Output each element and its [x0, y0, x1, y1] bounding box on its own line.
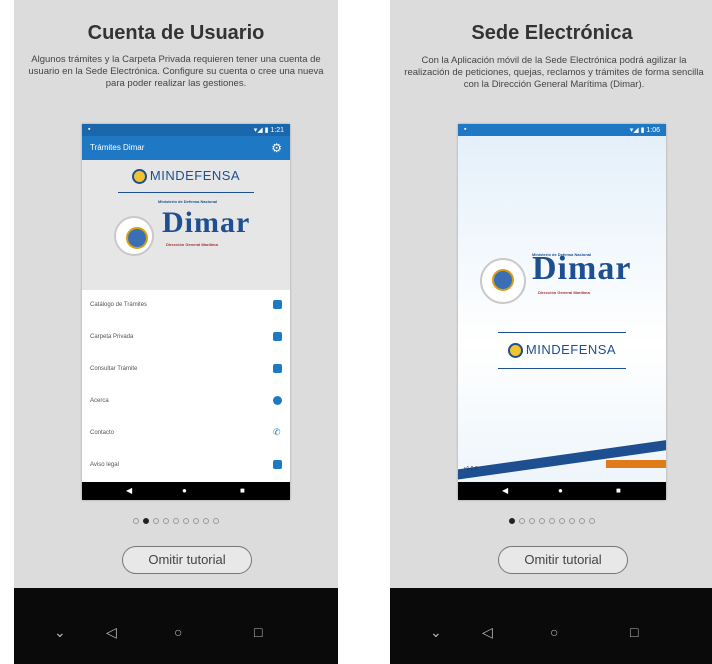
- dimar-subtitle: Dirección General Marítima: [166, 242, 218, 247]
- page-dot: [549, 518, 555, 524]
- menu-item-label: Consultar Trámite: [90, 366, 138, 372]
- phone-nav-bar: ◀ ● ■: [82, 482, 290, 500]
- page-dot-active: [143, 518, 149, 524]
- decorative-band: [606, 460, 666, 468]
- home-icon[interactable]: ○: [174, 624, 182, 640]
- menu-item-label: Catálogo de Trámites: [90, 302, 148, 308]
- divider: [498, 332, 626, 333]
- menu-item-acerca[interactable]: Acerca: [82, 386, 290, 418]
- menu-item-carpeta[interactable]: Carpeta Privada: [82, 322, 290, 354]
- dimar-emblem: [480, 258, 526, 304]
- page-dot: [589, 518, 595, 524]
- menu-item-contacto[interactable]: Contacto ✆: [82, 418, 290, 450]
- decorative-band: [458, 437, 666, 481]
- splash-screen: Ministerio de Defensa Nacional Dimar Dir…: [458, 136, 666, 482]
- signal-icon: ▾◢ ▮ 1:06: [629, 127, 660, 134]
- menu-item-label: Aviso legal: [90, 462, 119, 468]
- phone-nav-bar: ◀ ● ■: [458, 482, 666, 500]
- back-icon[interactable]: ◀: [126, 486, 132, 495]
- recents-icon[interactable]: □: [630, 624, 638, 640]
- skip-tutorial-button[interactable]: Omitir tutorial: [498, 546, 628, 574]
- page-dot: [183, 518, 189, 524]
- notification-icon: ▪: [464, 126, 467, 133]
- lock-icon: [273, 460, 282, 469]
- home-icon[interactable]: ○: [550, 624, 558, 640]
- logo-area: MINDEFENSA Ministerio de Defensa Naciona…: [82, 160, 290, 290]
- menu-item-label: Acerca: [90, 398, 109, 404]
- page-indicator: [390, 518, 712, 524]
- tutorial-panel-sede: Sede Electrónica Con la Aplicación móvil…: [390, 0, 712, 664]
- info-icon: [273, 396, 282, 405]
- menu-item-consultar[interactable]: Consultar Trámite: [82, 354, 290, 386]
- panel-title: Cuenta de Usuario: [87, 22, 265, 44]
- page-dot: [519, 518, 525, 524]
- app-title: Trámites Dimar: [90, 143, 145, 152]
- tutorial-panel-user-account: Cuenta de Usuario Algunos trámites y la …: [14, 0, 338, 664]
- chevron-down-icon[interactable]: ⌄: [54, 624, 66, 641]
- menu-item-aviso[interactable]: Aviso legal: [82, 450, 290, 482]
- recents-icon[interactable]: □: [254, 624, 262, 640]
- menu-item-label: Carpeta Privada: [90, 334, 134, 340]
- home-icon[interactable]: ●: [182, 486, 187, 495]
- back-icon[interactable]: ◁: [482, 624, 493, 641]
- status-bar: ▪ ▾◢ ▮ 1:06: [458, 124, 666, 136]
- gear-icon[interactable]: ⚙: [271, 141, 282, 155]
- mindefensa-logo: MINDEFENSA: [118, 168, 254, 185]
- version-label: v1.0.0: [464, 466, 478, 472]
- dimar-ministry-label: Ministerio de Defensa Nacional: [158, 199, 218, 204]
- status-bar: ▪ ▾◢ ▮ 1:21: [82, 124, 290, 136]
- dimar-subtitle: Dirección General Marítima: [538, 290, 590, 295]
- notification-icon: ▪: [88, 126, 91, 133]
- system-nav-bar: ⌄ ◁ ○ □: [390, 588, 712, 664]
- page-dot: [559, 518, 565, 524]
- divider: [118, 192, 254, 193]
- panel-description: Con la Aplicación móvil de la Sede Elect…: [404, 55, 704, 90]
- page-dot: [579, 518, 585, 524]
- recents-icon[interactable]: ■: [240, 486, 245, 495]
- chevron-down-icon[interactable]: ⌄: [430, 624, 442, 641]
- page-dot: [193, 518, 199, 524]
- page-dot: [203, 518, 209, 524]
- menu-item-label: Contacto: [90, 430, 115, 436]
- phone-preview: ▪ ▾◢ ▮ 1:21 Trámites Dimar ⚙ MINDEFENSA …: [82, 124, 290, 500]
- skip-tutorial-button[interactable]: Omitir tutorial: [122, 546, 252, 574]
- folder-icon: [273, 332, 282, 341]
- page-dot: [569, 518, 575, 524]
- back-icon[interactable]: ◀: [502, 486, 508, 495]
- page-indicator: [14, 518, 338, 524]
- dimar-emblem: [114, 216, 154, 256]
- main-menu: Catálogo de Trámites Carpeta Privada Con…: [82, 290, 290, 482]
- page-dot: [133, 518, 139, 524]
- system-nav-bar: ⌄ ◁ ○ □: [14, 588, 338, 664]
- seal-icon: [131, 169, 147, 185]
- phone-icon: ✆: [273, 427, 281, 437]
- home-icon[interactable]: ●: [558, 486, 563, 495]
- signal-icon: ▾◢ ▮ 1:21: [253, 127, 284, 134]
- search-doc-icon: [273, 364, 282, 373]
- dimar-logo-text: Dimar: [532, 250, 632, 287]
- page-dot-active: [509, 518, 515, 524]
- list-icon: [273, 300, 282, 309]
- page-dot: [539, 518, 545, 524]
- recents-icon[interactable]: ■: [616, 486, 621, 495]
- app-bar: Trámites Dimar ⚙: [82, 136, 290, 160]
- page-dot: [529, 518, 535, 524]
- menu-item-catalogo[interactable]: Catálogo de Trámites: [82, 290, 290, 322]
- mindefensa-logo: MINDEFENSA: [494, 342, 630, 359]
- panel-title: Sede Electrónica: [471, 22, 633, 44]
- page-dot: [163, 518, 169, 524]
- page-dot: [173, 518, 179, 524]
- panel-description: Algunos trámites y la Carpeta Privada re…: [28, 54, 324, 89]
- page-dot: [153, 518, 159, 524]
- dimar-logo-text: Dimar: [162, 206, 251, 239]
- page-dot: [213, 518, 219, 524]
- back-icon[interactable]: ◁: [106, 624, 117, 641]
- seal-icon: [507, 343, 523, 359]
- divider: [498, 368, 626, 369]
- phone-preview: ▪ ▾◢ ▮ 1:06 Ministerio de Defensa Nacion…: [458, 124, 666, 500]
